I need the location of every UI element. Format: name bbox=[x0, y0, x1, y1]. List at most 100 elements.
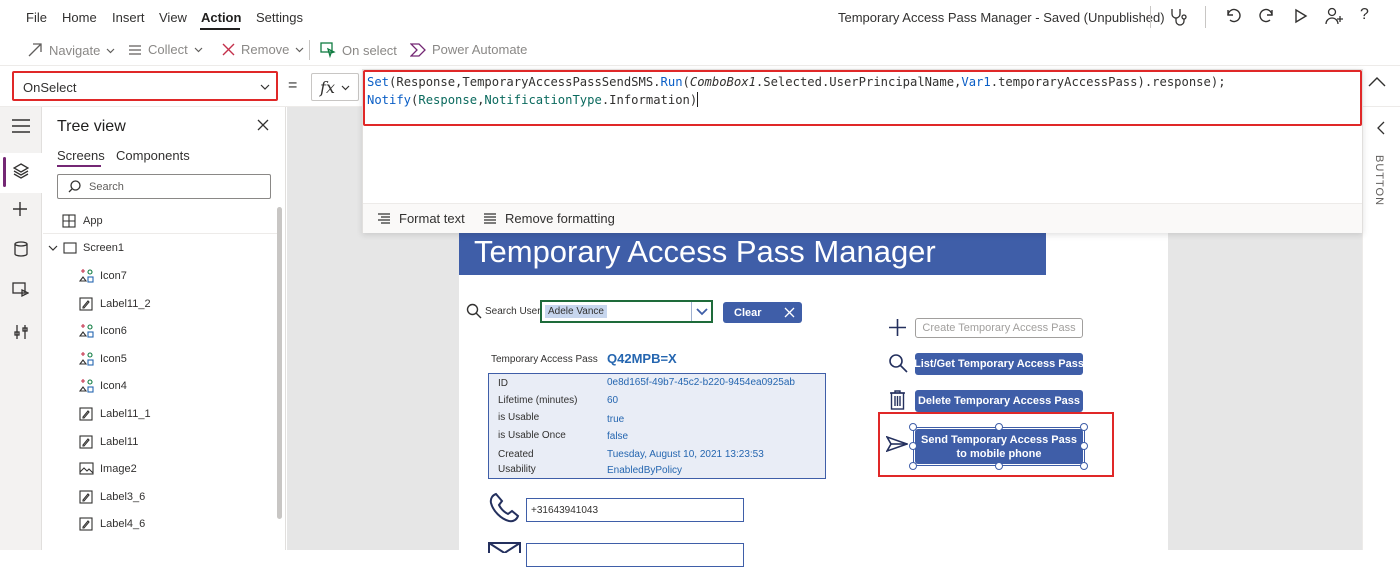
active-tab-indicator bbox=[57, 165, 101, 167]
menu-home[interactable]: Home bbox=[62, 10, 97, 25]
stethoscope-icon[interactable] bbox=[1168, 7, 1188, 27]
tree-item-label: Icon4 bbox=[100, 380, 127, 393]
label-control-icon bbox=[79, 490, 93, 504]
email-input[interactable] bbox=[526, 543, 744, 567]
tree-item-screen1[interactable]: Screen1 bbox=[43, 235, 279, 261]
formula-text: .Selected.UserPrincipalName, bbox=[755, 75, 962, 89]
send-tap-sms-button[interactable]: Send Temporary Access Pass to mobile pho… bbox=[915, 429, 1083, 464]
tree-view-panel: Tree view Screens Components Search App … bbox=[43, 107, 286, 550]
tree-item-icon7[interactable]: Icon7 bbox=[43, 263, 279, 289]
mail-icon[interactable] bbox=[488, 541, 521, 553]
label-control-icon bbox=[79, 297, 93, 311]
plus-insert-icon[interactable] bbox=[12, 201, 28, 217]
remove-button[interactable]: Remove bbox=[222, 42, 304, 57]
media-icon[interactable] bbox=[12, 282, 29, 298]
redo-icon[interactable] bbox=[1258, 7, 1276, 25]
search-icon bbox=[68, 180, 81, 193]
power-automate-button[interactable]: Power Automate bbox=[410, 42, 527, 57]
database-icon[interactable] bbox=[14, 241, 28, 257]
navigate-button[interactable]: Navigate bbox=[27, 42, 115, 58]
tree-item-label11-1[interactable]: Label11_1 bbox=[43, 401, 279, 427]
search-icon[interactable] bbox=[888, 353, 908, 373]
app-grid-icon bbox=[62, 214, 76, 228]
menu-action[interactable]: Action bbox=[201, 10, 241, 25]
plus-icon[interactable] bbox=[888, 318, 907, 337]
share-user-icon[interactable] bbox=[1325, 7, 1344, 25]
resize-handle[interactable] bbox=[1080, 423, 1088, 431]
tree-item-label: Label3_6 bbox=[100, 490, 146, 503]
chevron-down-icon[interactable] bbox=[48, 243, 58, 253]
screen-icon bbox=[63, 242, 77, 254]
resize-handle[interactable] bbox=[909, 423, 917, 431]
function-set: Set bbox=[367, 75, 390, 89]
menu-view[interactable]: View bbox=[159, 10, 187, 25]
control-ref: ComboBox1 bbox=[689, 75, 756, 89]
play-preview-icon[interactable] bbox=[1293, 8, 1309, 24]
property-dropdown[interactable]: OnSelect bbox=[12, 71, 278, 101]
delete-tap-button[interactable]: Delete Temporary Access Pass bbox=[915, 390, 1083, 412]
collect-label: Collect bbox=[148, 42, 188, 57]
resize-handle[interactable] bbox=[1080, 462, 1088, 470]
collapse-formula-chevron-up-icon[interactable] bbox=[1368, 76, 1386, 88]
send-paper-plane-icon[interactable] bbox=[886, 436, 908, 452]
chevron-down-icon bbox=[260, 82, 270, 92]
close-icon[interactable] bbox=[257, 119, 269, 131]
tap-details-box[interactable] bbox=[488, 373, 826, 479]
tree-item-app[interactable]: App bbox=[43, 208, 279, 234]
tree-scrollbar[interactable] bbox=[277, 207, 282, 519]
create-tap-button[interactable]: Create Temporary Access Pass bbox=[915, 318, 1083, 338]
menu-insert[interactable]: Insert bbox=[112, 10, 145, 25]
layers-tree-view-icon[interactable] bbox=[13, 163, 29, 179]
tree-item-image2[interactable]: Image2 bbox=[43, 456, 279, 482]
fx-button[interactable]: fx bbox=[311, 73, 359, 101]
detail-label: is Usable bbox=[498, 412, 540, 423]
menu-settings[interactable]: Settings bbox=[256, 10, 303, 25]
tap-value[interactable]: Q42MPB=X bbox=[607, 351, 677, 366]
menu-file[interactable]: File bbox=[26, 10, 47, 25]
tree-item-label11[interactable]: Label11 bbox=[43, 429, 279, 455]
search-user-label[interactable]: Search User bbox=[485, 306, 541, 317]
trash-icon[interactable] bbox=[889, 389, 906, 410]
app-title-label[interactable]: Temporary Access Pass Manager bbox=[474, 234, 936, 270]
tree-item-icon6[interactable]: Icon6 bbox=[43, 318, 279, 344]
phone-number-input[interactable]: +31643941043 bbox=[526, 498, 744, 522]
tab-screens[interactable]: Screens bbox=[57, 148, 105, 163]
tree-search-input[interactable]: Search bbox=[57, 174, 271, 199]
user-combobox[interactable]: Adele Vance bbox=[540, 300, 713, 323]
advanced-tools-icon[interactable] bbox=[14, 324, 28, 340]
tree-item-icon5[interactable]: Icon5 bbox=[43, 346, 279, 372]
detail-value: 0e8d165f-49b7-45c2-b220-9454ea0925ab bbox=[607, 377, 795, 388]
help-icon[interactable]: ? bbox=[1360, 6, 1369, 24]
formula-editor[interactable]: Set(Response,TemporaryAccessPassSendSMS.… bbox=[362, 69, 1363, 233]
remove-formatting-button[interactable]: Remove formatting bbox=[483, 211, 615, 226]
tree-item-label3-6[interactable]: Label3_6 bbox=[43, 484, 279, 510]
chevron-down-icon[interactable] bbox=[691, 302, 711, 321]
tree-item-icon4[interactable]: Icon4 bbox=[43, 373, 279, 399]
tab-components[interactable]: Components bbox=[116, 148, 190, 163]
tree-item-label11-2[interactable]: Label11_2 bbox=[43, 291, 279, 317]
chevron-left-icon[interactable] bbox=[1376, 121, 1385, 135]
tap-label[interactable]: Temporary Access Pass bbox=[491, 354, 598, 365]
resize-handle[interactable] bbox=[995, 462, 1003, 470]
search-icon[interactable] bbox=[466, 303, 482, 319]
list-get-tap-button[interactable]: List/Get Temporary Access Pass bbox=[914, 353, 1084, 375]
on-select-button[interactable]: On select bbox=[320, 42, 397, 58]
collect-button[interactable]: Collect bbox=[128, 42, 203, 57]
formula-line-2[interactable]: Notify(Response,NotificationType.Informa… bbox=[367, 92, 699, 107]
format-text-button[interactable]: Format text bbox=[377, 211, 465, 226]
resize-handle[interactable] bbox=[909, 462, 917, 470]
undo-icon[interactable] bbox=[1224, 7, 1242, 25]
hamburger-menu-icon[interactable] bbox=[12, 119, 30, 133]
clear-button[interactable]: Clear bbox=[723, 302, 802, 323]
resize-handle[interactable] bbox=[909, 442, 917, 450]
detail-label: Lifetime (minutes) bbox=[498, 395, 578, 406]
formula-text: ( bbox=[682, 75, 690, 89]
tree-item-label: Label11 bbox=[100, 435, 139, 448]
remove-label: Remove bbox=[241, 42, 290, 57]
tree-item-label4-6[interactable]: Label4_6 bbox=[43, 511, 279, 537]
resize-handle[interactable] bbox=[1080, 442, 1088, 450]
formula-line-1[interactable]: Set(Response,TemporaryAccessPassSendSMS.… bbox=[367, 75, 1226, 89]
resize-handle[interactable] bbox=[995, 423, 1003, 431]
phone-icon[interactable] bbox=[488, 492, 520, 524]
rail-active-indicator bbox=[3, 157, 6, 187]
